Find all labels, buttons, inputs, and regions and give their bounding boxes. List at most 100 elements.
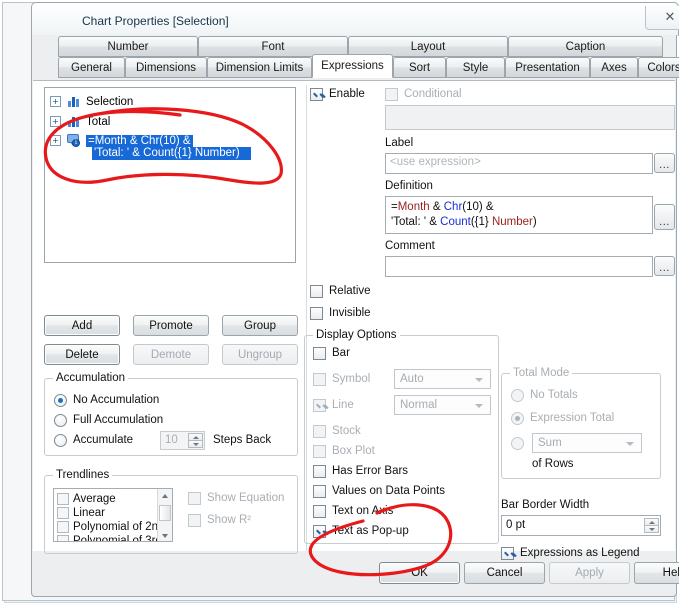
radio-accumulate-label: Accumulate [73, 434, 134, 446]
ok-button[interactable]: OK [379, 562, 460, 584]
tree-item-label: Selection [86, 95, 134, 108]
delete-button[interactable]: Delete [44, 344, 120, 365]
has-error-bars-label: Has Error Bars [332, 465, 409, 477]
conditional-label: Conditional [404, 88, 462, 100]
promote-button[interactable]: Promote [133, 315, 209, 336]
expressions-panel: + Selection + Total + i =Month & Chr(10)… [33, 80, 675, 560]
window-title: Chart Properties [Selection] [82, 14, 229, 28]
relative-label: Relative [329, 285, 371, 297]
aggregation-combo: Sum [532, 433, 642, 453]
display-options-group-title: Display Options [313, 329, 400, 341]
scrollbar-thumb[interactable] [159, 505, 171, 521]
conditional-input[interactable] [385, 105, 675, 130]
cancel-button[interactable]: Cancel [464, 562, 545, 584]
tab-general[interactable]: General [58, 57, 125, 78]
text-on-axis-label: Text on Axis [332, 505, 394, 517]
total-mode-group-title: Total Mode [510, 367, 573, 379]
tab-dimension-limits[interactable]: Dimension Limits [207, 57, 312, 78]
bar-checkbox[interactable] [313, 347, 326, 360]
bar-border-width-stepper[interactable]: 0 pt [501, 515, 661, 536]
trendlines-scrollbar[interactable] [157, 489, 172, 541]
help-button[interactable]: Help [634, 562, 679, 584]
enable-checkbox[interactable] [310, 88, 323, 101]
tree-item-label-line1: =Month & Chr(10) & [86, 134, 193, 147]
radio-full-accumulation-label: Full Accumulation [73, 414, 164, 426]
show-r2-checkbox [188, 514, 201, 527]
radio-no-accumulation[interactable] [54, 394, 67, 407]
symbol-combo-value: Auto [400, 373, 424, 385]
label-input[interactable]: <use expression> [385, 153, 653, 174]
radio-full-accumulation[interactable] [54, 414, 67, 427]
tab-dimensions[interactable]: Dimensions [125, 57, 207, 78]
close-icon: ✕ [664, 10, 676, 25]
comment-browse-button[interactable]: ... [654, 256, 675, 276]
expander-icon[interactable]: + [50, 96, 61, 107]
symbol-checkbox [313, 373, 326, 386]
of-rows-label: of Rows [532, 458, 574, 470]
checkbox-icon[interactable] [57, 506, 69, 519]
radio-no-accumulation-label: No Accumulation [73, 394, 160, 406]
bar-border-width-value: 0 pt [506, 519, 526, 531]
text-as-popup-checkbox[interactable] [313, 525, 326, 538]
tab-colors[interactable]: Colors [638, 57, 679, 78]
aggregation-combo-value: Sum [538, 437, 562, 449]
tree-item-total[interactable]: + Total [50, 114, 110, 129]
invisible-label: Invisible [329, 307, 371, 319]
steps-back-stepper[interactable]: 10 [160, 431, 205, 450]
stepper-down-icon[interactable] [644, 525, 659, 533]
box-plot-label: Box Plot [332, 445, 375, 457]
tree-item-selection[interactable]: + Selection [50, 94, 133, 109]
checkbox-icon[interactable] [57, 534, 69, 541]
group-button[interactable]: Group [222, 315, 298, 336]
relative-checkbox[interactable] [310, 285, 323, 298]
radio-accumulate[interactable] [54, 434, 67, 447]
footer-button-row: OK Cancel Apply Help [33, 551, 679, 595]
line-checkbox [313, 399, 326, 412]
tab-expressions[interactable]: Expressions [312, 54, 393, 78]
values-on-data-points-checkbox[interactable] [313, 485, 326, 498]
definition-browse-button[interactable]: ... [654, 204, 675, 230]
tab-number[interactable]: Number [58, 36, 198, 57]
list-item: Linear [57, 505, 105, 520]
radio-expression-total-label: Expression Total [530, 412, 615, 424]
close-button[interactable]: ✕ [645, 6, 679, 30]
symbol-label: Symbol [332, 373, 371, 385]
conditional-checkbox[interactable] [385, 88, 398, 101]
checkbox-icon[interactable] [57, 520, 69, 533]
comment-input[interactable] [385, 256, 653, 277]
trendlines-list[interactable]: Average Linear Polynomial of 2nd d Polyn… [53, 488, 173, 542]
chevron-down-icon [475, 378, 483, 382]
symbol-combo[interactable]: Auto [394, 369, 491, 389]
tab-style[interactable]: Style [446, 57, 505, 78]
expander-icon[interactable]: + [50, 135, 61, 146]
tab-strip: Number Font Layout Caption General Dimen… [33, 36, 679, 80]
tab-presentation[interactable]: Presentation [505, 57, 590, 78]
list-item-label: Average [73, 492, 116, 505]
stock-checkbox [313, 425, 326, 438]
add-button[interactable]: Add [44, 315, 120, 336]
stepper-down-icon[interactable] [188, 440, 203, 448]
invisible-checkbox[interactable] [310, 307, 323, 320]
tab-axes[interactable]: Axes [590, 57, 638, 78]
chevron-down-icon [626, 442, 634, 446]
definition-input[interactable]: =Month & Chr(10) & 'Total: ' & Count({1}… [385, 196, 653, 234]
list-item: Polynomial of 2nd d [57, 519, 172, 534]
has-error-bars-checkbox[interactable] [313, 465, 326, 478]
tab-sort[interactable]: Sort [393, 57, 446, 78]
expression-tree[interactable]: + Selection + Total + i =Month & Chr(10)… [44, 87, 296, 263]
show-r2-label: Show R² [207, 514, 252, 526]
line-label: Line [332, 399, 354, 411]
expander-icon[interactable]: + [50, 116, 61, 127]
text-as-popup-label: Text as Pop-up [332, 525, 409, 537]
checkbox-icon[interactable] [57, 492, 69, 505]
scroll-up-icon[interactable] [158, 489, 172, 503]
scroll-down-icon[interactable] [158, 529, 172, 541]
radio-expression-total [511, 412, 524, 425]
tree-item-popup-expression[interactable]: + i =Month & Chr(10) & [50, 133, 193, 148]
line-combo[interactable]: Normal [394, 395, 491, 415]
label-browse-button[interactable]: ... [654, 153, 675, 173]
text-on-axis-checkbox[interactable] [313, 505, 326, 518]
tree-item-label-line2: 'Total: ' & Count({1} Number) [92, 147, 251, 160]
tab-caption[interactable]: Caption [508, 36, 663, 57]
enable-label: Enable [329, 88, 365, 100]
